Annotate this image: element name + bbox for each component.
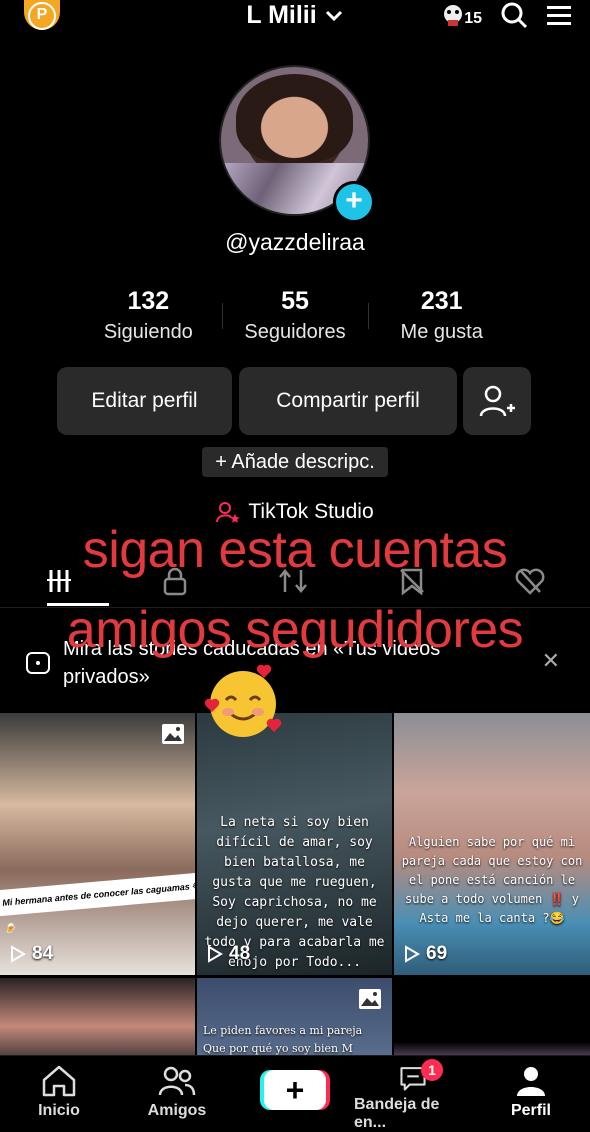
- profile-stats: 132 Siguiendo 55 Seguidores 231 Me gusta: [75, 285, 515, 344]
- play-icon: [208, 945, 223, 963]
- friends-icon: [158, 1066, 196, 1096]
- video-tile[interactable]: Mi hermana antes de conocer las caguamas…: [0, 713, 195, 975]
- add-friend-button[interactable]: [463, 367, 531, 435]
- add-description-button[interactable]: + Añade descripc.: [202, 447, 388, 477]
- nav-inbox[interactable]: 1 Bandeja de en...: [354, 1056, 472, 1132]
- stat-value: 231: [420, 287, 463, 315]
- video-tile[interactable]: [0, 978, 195, 1058]
- add-story-button[interactable]: +: [333, 181, 375, 223]
- profile-username: L Milii: [246, 1, 317, 29]
- video-tile[interactable]: [394, 978, 590, 1058]
- stat-likes[interactable]: 231 Me gusta: [368, 285, 515, 344]
- photo-post-icon: [162, 724, 184, 744]
- create-icon: +: [264, 1070, 326, 1110]
- bell-character-icon: [444, 5, 463, 26]
- profile-handle: @yazzdeliraa: [225, 229, 365, 255]
- stat-value: 132: [127, 287, 170, 315]
- share-profile-button[interactable]: Compartir perfil: [239, 367, 457, 435]
- video-text-strip: Mi hermana antes de conocer las caguamas…: [0, 871, 195, 934]
- video-caption: Alguien sabe por qué mi pareja cada que …: [401, 835, 583, 925]
- nav-home[interactable]: Inicio: [0, 1056, 118, 1132]
- stat-followers[interactable]: 55 Seguidores: [221, 285, 369, 344]
- notifications-button[interactable]: 15: [442, 2, 482, 28]
- nav-label: Perfil: [510, 1102, 551, 1119]
- profile-icon: [517, 1067, 545, 1096]
- inbox-badge: 1: [421, 1059, 443, 1081]
- play-icon: [405, 945, 420, 963]
- overlay-text-line-2: amigos segudidores: [66, 601, 524, 659]
- play-count-value: 84: [32, 943, 54, 964]
- smiling-hearts-emoji-icon: [204, 664, 282, 737]
- add-user-icon: [479, 385, 515, 417]
- play-icon: [11, 945, 26, 963]
- chevron-down-icon: [325, 11, 342, 22]
- search-icon[interactable]: [500, 1, 528, 29]
- nav-label: Bandeja de en...: [354, 1096, 440, 1131]
- plus-icon: +: [345, 184, 363, 217]
- edit-profile-button[interactable]: Editar perfil: [57, 367, 232, 435]
- video-grid: Mi hermana antes de conocer las caguamas…: [0, 713, 590, 1058]
- bottom-navigation: Inicio Amigos + 1 Bandeja de en... Perfi…: [0, 1055, 590, 1132]
- nav-label: Inicio: [38, 1102, 80, 1119]
- stat-label: Me gusta: [400, 321, 483, 343]
- play-count-value: 48: [229, 943, 251, 964]
- photo-post-icon: [359, 989, 381, 1009]
- video-tile[interactable]: La neta si soy bien difícil de amar, soy…: [197, 713, 392, 975]
- video-caption: Le piden favores a mi pareja Que por qué…: [203, 1024, 363, 1055]
- avatar-face: [235, 74, 354, 163]
- stat-value: 55: [281, 287, 309, 315]
- video-tile[interactable]: Alguien sabe por qué mi pareja cada que …: [394, 713, 590, 975]
- nav-friends[interactable]: Amigos: [118, 1056, 236, 1132]
- video-tile[interactable]: Le piden favores a mi pareja Que por qué…: [197, 978, 392, 1058]
- play-count-value: 69: [426, 943, 448, 964]
- play-count: 84: [10, 943, 53, 965]
- nav-label: Amigos: [147, 1102, 207, 1119]
- play-count: 69: [404, 943, 447, 965]
- stat-label: Siguiendo: [103, 321, 193, 343]
- nav-profile[interactable]: Perfil: [472, 1056, 590, 1132]
- notification-count: 15: [464, 10, 482, 27]
- nav-create[interactable]: +: [236, 1056, 354, 1132]
- home-icon: [42, 1065, 76, 1097]
- overlay-text-line-1: sigan esta cuentas: [82, 521, 508, 579]
- menu-icon[interactable]: [546, 4, 572, 26]
- play-count: 48: [207, 943, 250, 965]
- stat-label: Seguidores: [244, 321, 346, 343]
- stat-following[interactable]: 132 Siguiendo: [75, 285, 222, 344]
